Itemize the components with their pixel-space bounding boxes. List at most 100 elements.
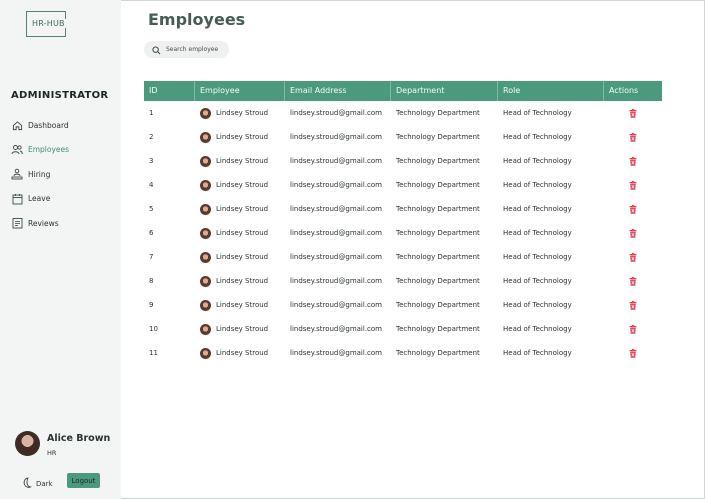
search-box: [144, 41, 229, 58]
table-row[interactable]: 6 Lindsey Stroud lindsey.stroud@gmail.com T…: [144, 221, 662, 245]
sidebar-item-hiring[interactable]: Hiring: [11, 162, 117, 187]
table-row[interactable]: 7 Lindsey Stroud lindsey.stroud@gmail.com T…: [144, 245, 662, 269]
logo-text: HR-HUB: [31, 19, 66, 28]
table-row[interactable]: 1 Lindsey Stroud lindsey.stroud@gmail.com T…: [144, 101, 662, 125]
hiring-icon: [11, 168, 23, 180]
column-header-id[interactable]: ID: [144, 81, 195, 101]
sidebar-item-label: Leave: [28, 194, 51, 204]
employee-name: Lindsey Stroud: [216, 109, 269, 117]
reviews-icon: [11, 217, 23, 229]
sidebar-item-reviews[interactable]: Reviews: [11, 211, 117, 236]
employee-avatar: [200, 347, 211, 359]
cell-employee: Lindsey Stroud: [195, 155, 285, 167]
cell-employee: Lindsey Stroud: [195, 107, 285, 119]
cell-id: 10: [149, 325, 158, 333]
employee-avatar: [200, 155, 211, 167]
dark-mode-toggle[interactable]: Dark: [22, 474, 53, 493]
delete-icon[interactable]: [629, 348, 637, 358]
cell-email: lindsey.stroud@gmail.com: [290, 349, 382, 357]
table-row[interactable]: 10 Lindsey Stroud lindsey.stroud@gmail.com…: [144, 317, 662, 341]
cell-email: lindsey.stroud@gmail.com: [290, 109, 382, 117]
cell-department: Technology Department: [396, 349, 480, 357]
column-header-email[interactable]: Email Address: [285, 81, 391, 101]
sidebar-item-leave[interactable]: Leave: [11, 187, 117, 212]
delete-icon[interactable]: [629, 300, 637, 310]
cell-role: Head of Technology: [503, 277, 572, 285]
cell-role: Head of Technology: [503, 325, 572, 333]
employee-avatar: [200, 275, 211, 287]
table-row[interactable]: 5 Lindsey Stroud lindsey.stroud@gmail.com T…: [144, 197, 662, 221]
logout-button[interactable]: Logout: [67, 473, 100, 488]
cell-id: 2: [149, 133, 154, 141]
table-row[interactable]: 2 Lindsey Stroud lindsey.stroud@gmail.com T…: [144, 125, 662, 149]
logo: HR-HUB: [26, 11, 66, 37]
cell-role: Head of Technology: [503, 229, 572, 237]
delete-icon[interactable]: [629, 180, 637, 190]
sidebar-item-label: Reviews: [28, 218, 59, 228]
table-row[interactable]: 9 Lindsey Stroud lindsey.stroud@gmail.com T…: [144, 293, 662, 317]
cell-actions: [604, 324, 662, 334]
delete-icon[interactable]: [629, 276, 637, 286]
sidebar-item-dashboard[interactable]: Dashboard: [11, 113, 117, 138]
cell-actions: [604, 348, 662, 358]
column-header-employee[interactable]: Employee: [195, 81, 285, 101]
employee-avatar: [200, 299, 211, 311]
cell-employee: Lindsey Stroud: [195, 299, 285, 311]
user-name: Alice Brown: [47, 433, 111, 444]
cell-id: 1: [149, 109, 154, 117]
delete-icon[interactable]: [629, 108, 637, 118]
cell-employee: Lindsey Stroud: [195, 131, 285, 143]
delete-icon[interactable]: [629, 204, 637, 214]
employee-avatar: [200, 179, 211, 191]
cell-email: lindsey.stroud@gmail.com: [290, 181, 382, 189]
sidebar-item-label: Hiring: [28, 169, 51, 179]
cell-actions: [604, 228, 662, 238]
role-title: ADMINISTRATOR: [11, 90, 109, 101]
calendar-icon: [11, 193, 23, 205]
delete-icon[interactable]: [629, 252, 637, 262]
cell-employee: Lindsey Stroud: [195, 203, 285, 215]
delete-icon[interactable]: [629, 228, 637, 238]
column-header-role[interactable]: Role: [498, 81, 604, 101]
employee-name: Lindsey Stroud: [216, 253, 269, 261]
cell-employee: Lindsey Stroud: [195, 347, 285, 359]
cell-department: Technology Department: [396, 229, 480, 237]
cell-actions: [604, 180, 662, 190]
moon-icon: [22, 474, 32, 493]
cell-employee: Lindsey Stroud: [195, 275, 285, 287]
user-role: HR: [47, 449, 57, 457]
cell-department: Technology Department: [396, 205, 480, 213]
table-row[interactable]: 3 Lindsey Stroud lindsey.stroud@gmail.com T…: [144, 149, 662, 173]
cell-email: lindsey.stroud@gmail.com: [290, 205, 382, 213]
table-row[interactable]: 11 Lindsey Stroud lindsey.stroud@gmail.com…: [144, 341, 662, 365]
cell-role: Head of Technology: [503, 157, 572, 165]
employee-avatar: [200, 203, 211, 215]
table-row[interactable]: 4 Lindsey Stroud lindsey.stroud@gmail.com T…: [144, 173, 662, 197]
column-header-actions: Actions: [609, 86, 639, 95]
employee-avatar: [200, 251, 211, 263]
cell-id: 8: [149, 277, 154, 285]
table-row[interactable]: 8 Lindsey Stroud lindsey.stroud@gmail.com T…: [144, 269, 662, 293]
employee-name: Lindsey Stroud: [216, 205, 269, 213]
cell-email: lindsey.stroud@gmail.com: [290, 229, 382, 237]
cell-email: lindsey.stroud@gmail.com: [290, 301, 382, 309]
cell-role: Head of Technology: [503, 301, 572, 309]
sidebar-item-employees[interactable]: Employees: [11, 138, 117, 163]
users-icon: [11, 144, 23, 156]
delete-icon[interactable]: [629, 156, 637, 166]
cell-department: Technology Department: [396, 157, 480, 165]
cell-department: Technology Department: [396, 181, 480, 189]
cell-actions: [604, 108, 662, 118]
delete-icon[interactable]: [629, 132, 637, 142]
cell-email: lindsey.stroud@gmail.com: [290, 133, 382, 141]
column-header-department[interactable]: Department: [391, 81, 498, 101]
sidebar-nav: Dashboard Employees Hiring Leave Reviews: [11, 113, 117, 236]
employee-avatar: [200, 227, 211, 239]
cell-department: Technology Department: [396, 325, 480, 333]
cell-employee: Lindsey Stroud: [195, 323, 285, 335]
delete-icon[interactable]: [629, 324, 637, 334]
cell-actions: [604, 132, 662, 142]
search-input[interactable]: [166, 46, 226, 53]
cell-role: Head of Technology: [503, 109, 572, 117]
cell-role: Head of Technology: [503, 205, 572, 213]
